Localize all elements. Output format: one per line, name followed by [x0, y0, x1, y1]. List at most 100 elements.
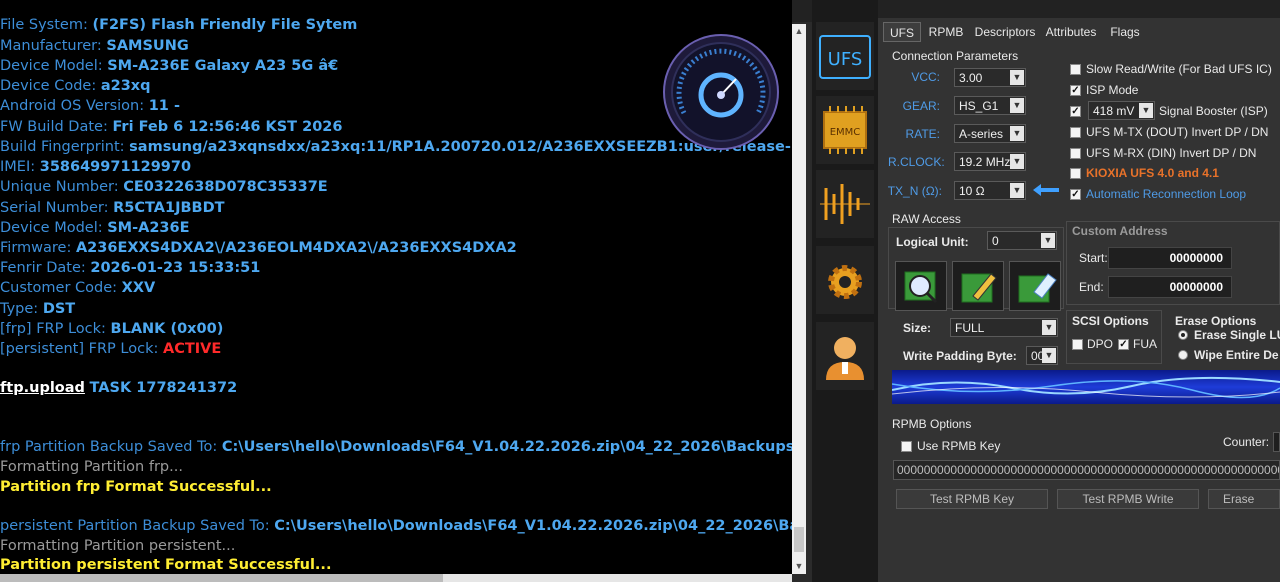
log-text: persistent Partition Backup Saved To: [0, 518, 275, 534]
signal-booster-select[interactable]: 418 mV ▼ [1088, 101, 1155, 120]
sidebar-item-ufs[interactable]: UFS [816, 22, 874, 90]
start-address-input[interactable]: 00000000 [1108, 247, 1232, 269]
log-text: ACTIVE [162, 341, 222, 357]
scroll-up-arrow-icon[interactable]: ▲ [792, 24, 806, 38]
counter-input[interactable] [1273, 432, 1280, 452]
log-text: Formatting Partition persistent... [0, 538, 236, 554]
write-button[interactable] [952, 261, 1004, 311]
booster-value: 418 mV [1093, 104, 1135, 118]
tab-ufs[interactable]: UFS [883, 22, 921, 42]
log-line: Firmware: A236EXXS4DXA2\/A236EOLM4DXA2\/… [0, 240, 517, 256]
log-line: IMEI: 358649971129970 [0, 159, 191, 175]
signal-booster-checkbox[interactable]: ✓ [1070, 106, 1081, 117]
chevron-down-icon: ▼ [1041, 233, 1055, 248]
log-hscroll-thumb[interactable] [0, 574, 443, 582]
chip-write-pencil-icon [961, 273, 997, 303]
dpo-checkbox[interactable] [1072, 339, 1083, 350]
rpmb-key-input[interactable]: 0000000000000000000000000000000000000000… [893, 460, 1280, 480]
chip-id-icon [904, 271, 938, 304]
slow-rw-checkbox[interactable] [1070, 64, 1081, 75]
log-line: FW Build Date: Fri Feb 6 12:56:46 KST 20… [0, 119, 342, 135]
vcc-label: VCC: [911, 70, 940, 84]
log-text: Unique Number: [0, 179, 124, 195]
size-select[interactable]: FULL ▼ [950, 318, 1058, 337]
log-line: Partition frp Format Successful... [0, 479, 272, 495]
log-text: SM-A236E Galaxy A23 5G â€ [107, 58, 339, 74]
log-text: [frp] FRP Lock: [0, 321, 111, 337]
log-text: SM-A236E [107, 220, 190, 236]
test-rpmb-key-button[interactable]: Test RPMB Key [896, 489, 1048, 509]
log-text: a23xq [100, 78, 151, 94]
raw-access-title: RAW Access [892, 212, 961, 226]
user-avatar-icon [826, 337, 864, 380]
gear-select[interactable]: HS_G1 ▼ [954, 96, 1026, 115]
sidebar-item-settings[interactable] [816, 246, 874, 314]
erase-single-radio[interactable] [1178, 330, 1188, 340]
log-text: Customer Code: [0, 280, 122, 296]
erase-button[interactable] [1009, 261, 1061, 311]
rate-select[interactable]: A-series ▼ [954, 124, 1026, 143]
log-text: Android OS Version: [0, 98, 149, 114]
sidebar-item-isp[interactable] [816, 170, 874, 238]
log-scroll-thumb[interactable] [794, 527, 804, 552]
tab-rpmb[interactable]: RPMB [924, 22, 968, 42]
scroll-down-arrow-icon[interactable]: ▼ [792, 559, 806, 573]
chevron-down-icon: ▼ [1010, 154, 1024, 169]
txn-value: 10 Ω [959, 184, 985, 198]
log-text: Fri Feb 6 12:56:46 KST 2026 [112, 119, 343, 135]
logical-unit-select[interactable]: 0 ▼ [987, 231, 1057, 250]
log-text: (F2FS) Flash Friendly File Sytem [92, 17, 358, 33]
log-text: Build Fingerprint: [0, 139, 130, 155]
txn-select[interactable]: 10 Ω ▼ [954, 181, 1026, 200]
log-line: Device Model: SM-A236E Galaxy A23 5G â€ [0, 58, 338, 74]
ufs-icon: UFS [819, 35, 871, 79]
erase-rpmb-button[interactable]: Erase [1208, 489, 1280, 509]
log-text: R5CTA1JBBDT [113, 200, 225, 216]
use-rpmb-key-checkbox[interactable] [901, 441, 912, 452]
use-rpmb-key-label: Use RPMB Key [917, 439, 1001, 453]
txn-label: TX_N (Ω): [887, 184, 942, 198]
end-label: End: [1079, 280, 1104, 294]
size-label: Size: [903, 321, 932, 335]
log-text: C:\Users\hello\Downloads\F64_V1.04.22.20… [221, 439, 792, 455]
slow-rw-label: Slow Read/Write (For Bad UFS IC) [1086, 62, 1272, 76]
log-line: Device Model: SM-A236E [0, 220, 190, 236]
log-line: Type: DST [0, 301, 75, 317]
auto-reconnect-checkbox[interactable]: ✓ [1070, 189, 1081, 200]
rclock-select[interactable]: 19.2 MHz ▼ [954, 152, 1026, 171]
log-vertical-scrollbar[interactable] [792, 24, 806, 574]
vcc-select[interactable]: 3.00 ▼ [954, 68, 1026, 87]
read-id-button[interactable] [895, 261, 947, 311]
wipe-entire-radio[interactable] [1178, 350, 1188, 360]
chevron-down-icon: ▼ [1010, 70, 1024, 85]
log-text: XXV [121, 280, 156, 296]
sidebar: UFS EMMC [812, 0, 878, 582]
sidebar-item-emmc[interactable]: EMMC [816, 96, 874, 164]
log-line: Partition persistent Format Successful..… [0, 557, 331, 573]
mtx-invert-checkbox[interactable] [1070, 127, 1081, 138]
kioxia-checkbox[interactable] [1070, 168, 1081, 179]
padding-select[interactable]: 00 ▼ [1026, 346, 1058, 365]
speed-gauge-icon [663, 34, 779, 150]
fua-checkbox[interactable]: ✓ [1118, 339, 1129, 350]
wipe-entire-label: Wipe Entire De [1194, 348, 1279, 362]
end-address-input[interactable]: 00000000 [1108, 276, 1232, 298]
log-text: Partition persistent Format Successful..… [0, 557, 332, 573]
isp-mode-label: ISP Mode [1086, 83, 1139, 97]
kioxia-label: KIOXIA UFS 4.0 and 4.1 [1086, 166, 1219, 180]
log-line: ftp.upload TASK 1778241372 [0, 380, 237, 396]
tab-descriptors[interactable]: Descriptors [970, 22, 1040, 42]
signal-booster-label: Signal Booster (ISP) [1159, 104, 1268, 118]
isp-mode-checkbox[interactable]: ✓ [1070, 85, 1081, 96]
mrx-invert-checkbox[interactable] [1070, 148, 1081, 159]
tab-attributes[interactable]: Attributes [1042, 22, 1100, 42]
tab-flags[interactable]: Flags [1104, 22, 1146, 42]
log-line: Android OS Version: 11 - [0, 98, 180, 114]
log-line: Formatting Partition persistent... [0, 538, 235, 554]
log-line: [frp] FRP Lock: BLANK (0x00) [0, 321, 223, 337]
chevron-down-icon: ▼ [1010, 126, 1024, 141]
counter-label: Counter: [1223, 435, 1270, 449]
test-rpmb-write-button[interactable]: Test RPMB Write [1057, 489, 1199, 509]
sidebar-ufs-label: UFS [828, 49, 863, 70]
sidebar-item-user[interactable] [816, 322, 874, 390]
